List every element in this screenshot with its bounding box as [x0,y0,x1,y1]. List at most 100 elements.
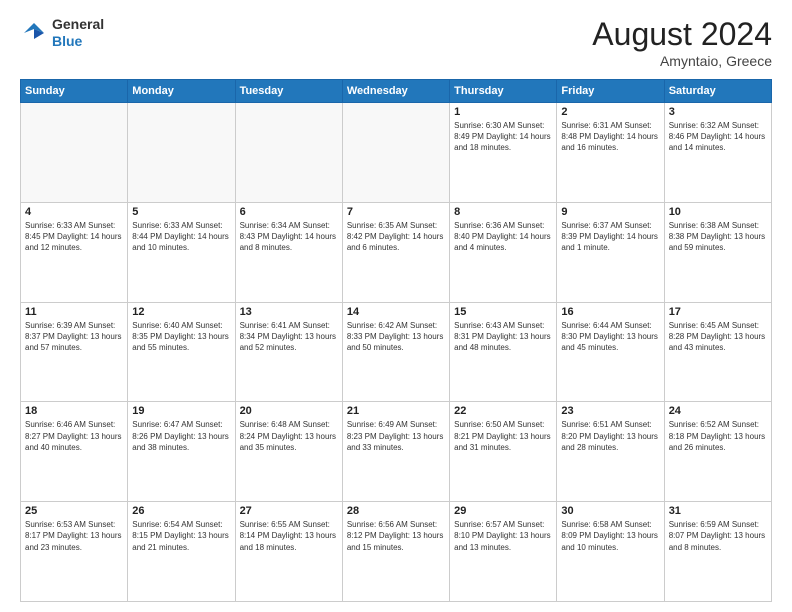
day-number: 9 [561,206,659,218]
day-info: Sunrise: 6:56 AM Sunset: 8:12 PM Dayligh… [347,519,445,553]
day-info: Sunrise: 6:40 AM Sunset: 8:35 PM Dayligh… [132,320,230,354]
table-row: 4Sunrise: 6:33 AM Sunset: 8:45 PM Daylig… [21,202,128,302]
day-number: 4 [25,206,123,218]
day-info: Sunrise: 6:44 AM Sunset: 8:30 PM Dayligh… [561,320,659,354]
day-info: Sunrise: 6:35 AM Sunset: 8:42 PM Dayligh… [347,220,445,254]
table-row [342,103,449,203]
col-saturday: Saturday [664,80,771,103]
table-row: 13 Sunrise: 6:41 AM Sunset: 8:34 PM Dayli… [235,302,342,402]
logo-icon [20,19,48,47]
week-row-3: 18Sunrise: 6:46 AM Sunset: 8:27 PM Dayli… [21,402,772,502]
day-number: 19 [132,405,230,417]
calendar-title: August 2024 [592,16,772,53]
table-row: 23 Sunrise: 6:51 AM Sunset: 8:20 PM Dayli… [557,402,664,502]
day-number: 11 [25,306,123,318]
col-thursday: Thursday [450,80,557,103]
table-row: 30 Sunrise: 6:58 AM Sunset: 8:09 PM Dayli… [557,502,664,602]
week-row-4: 25Sunrise: 6:53 AM Sunset: 8:17 PM Dayli… [21,502,772,602]
day-number: 26 [132,505,230,517]
day-info: Sunrise: 6:37 AM Sunset: 8:39 PM Dayligh… [561,220,659,254]
day-number: 7 [347,206,445,218]
logo-blue: Blue [52,33,82,49]
day-info: Sunrise: 6:32 AM Sunset: 8:46 PM Dayligh… [669,120,767,154]
day-number: 3 [669,106,767,118]
table-row [21,103,128,203]
day-number: 23 [561,405,659,417]
day-info: Sunrise: 6:46 AM Sunset: 8:27 PM Dayligh… [25,419,123,453]
logo-text: General Blue [52,16,104,50]
day-number: 13 [240,306,338,318]
table-row: 28 Sunrise: 6:56 AM Sunset: 8:12 PM Dayli… [342,502,449,602]
day-number: 31 [669,505,767,517]
table-row [128,103,235,203]
day-info: Sunrise: 6:30 AM Sunset: 8:49 PM Dayligh… [454,120,552,154]
day-info: Sunrise: 6:55 AM Sunset: 8:14 PM Dayligh… [240,519,338,553]
table-row: 16 Sunrise: 6:44 AM Sunset: 8:30 PM Dayli… [557,302,664,402]
day-number: 14 [347,306,445,318]
day-number: 6 [240,206,338,218]
logo: General Blue [20,16,104,50]
day-info: Sunrise: 6:43 AM Sunset: 8:31 PM Dayligh… [454,320,552,354]
week-row-0: 1 Sunrise: 6:30 AM Sunset: 8:49 PM Daylig… [21,103,772,203]
table-row: 10Sunrise: 6:38 AM Sunset: 8:38 PM Dayli… [664,202,771,302]
day-info: Sunrise: 6:45 AM Sunset: 8:28 PM Dayligh… [669,320,767,354]
page: General Blue August 2024 Amyntaio, Greec… [0,0,792,612]
col-monday: Monday [128,80,235,103]
day-info: Sunrise: 6:49 AM Sunset: 8:23 PM Dayligh… [347,419,445,453]
day-number: 16 [561,306,659,318]
day-info: Sunrise: 6:41 AM Sunset: 8:34 PM Dayligh… [240,320,338,354]
day-number: 8 [454,206,552,218]
day-info: Sunrise: 6:51 AM Sunset: 8:20 PM Dayligh… [561,419,659,453]
col-sunday: Sunday [21,80,128,103]
table-row: 6Sunrise: 6:34 AM Sunset: 8:43 PM Daylig… [235,202,342,302]
table-row: 7 Sunrise: 6:35 AM Sunset: 8:42 PM Daylig… [342,202,449,302]
day-info: Sunrise: 6:38 AM Sunset: 8:38 PM Dayligh… [669,220,767,254]
col-wednesday: Wednesday [342,80,449,103]
day-info: Sunrise: 6:39 AM Sunset: 8:37 PM Dayligh… [25,320,123,354]
table-row: 9 Sunrise: 6:37 AM Sunset: 8:39 PM Daylig… [557,202,664,302]
table-row: 1 Sunrise: 6:30 AM Sunset: 8:49 PM Daylig… [450,103,557,203]
day-number: 17 [669,306,767,318]
week-row-2: 11 Sunrise: 6:39 AM Sunset: 8:37 PM Dayli… [21,302,772,402]
day-number: 28 [347,505,445,517]
calendar-location: Amyntaio, Greece [592,53,772,69]
day-info: Sunrise: 6:53 AM Sunset: 8:17 PM Dayligh… [25,519,123,553]
table-row: 14 Sunrise: 6:42 AM Sunset: 8:33 PM Dayli… [342,302,449,402]
day-number: 29 [454,505,552,517]
table-row: 21 Sunrise: 6:49 AM Sunset: 8:23 PM Dayli… [342,402,449,502]
table-row: 12 Sunrise: 6:40 AM Sunset: 8:35 PM Dayli… [128,302,235,402]
day-info: Sunrise: 6:33 AM Sunset: 8:44 PM Dayligh… [132,220,230,254]
col-friday: Friday [557,80,664,103]
table-row: 24Sunrise: 6:52 AM Sunset: 8:18 PM Dayli… [664,402,771,502]
day-info: Sunrise: 6:47 AM Sunset: 8:26 PM Dayligh… [132,419,230,453]
day-info: Sunrise: 6:59 AM Sunset: 8:07 PM Dayligh… [669,519,767,553]
day-number: 30 [561,505,659,517]
day-number: 5 [132,206,230,218]
week-row-1: 4Sunrise: 6:33 AM Sunset: 8:45 PM Daylig… [21,202,772,302]
table-row: 20 Sunrise: 6:48 AM Sunset: 8:24 PM Dayli… [235,402,342,502]
day-number: 27 [240,505,338,517]
table-row: 27 Sunrise: 6:55 AM Sunset: 8:14 PM Dayli… [235,502,342,602]
day-number: 15 [454,306,552,318]
col-tuesday: Tuesday [235,80,342,103]
day-info: Sunrise: 6:57 AM Sunset: 8:10 PM Dayligh… [454,519,552,553]
table-row: 8Sunrise: 6:36 AM Sunset: 8:40 PM Daylig… [450,202,557,302]
table-row: 29 Sunrise: 6:57 AM Sunset: 8:10 PM Dayli… [450,502,557,602]
table-row: 19 Sunrise: 6:47 AM Sunset: 8:26 PM Dayli… [128,402,235,502]
day-info: Sunrise: 6:48 AM Sunset: 8:24 PM Dayligh… [240,419,338,453]
day-info: Sunrise: 6:50 AM Sunset: 8:21 PM Dayligh… [454,419,552,453]
day-number: 22 [454,405,552,417]
day-number: 1 [454,106,552,118]
calendar-table: Sunday Monday Tuesday Wednesday Thursday… [20,79,772,602]
day-info: Sunrise: 6:42 AM Sunset: 8:33 PM Dayligh… [347,320,445,354]
day-info: Sunrise: 6:58 AM Sunset: 8:09 PM Dayligh… [561,519,659,553]
table-row [235,103,342,203]
title-block: August 2024 Amyntaio, Greece [592,16,772,69]
day-number: 20 [240,405,338,417]
day-number: 12 [132,306,230,318]
logo-general: General [52,16,104,32]
day-info: Sunrise: 6:54 AM Sunset: 8:15 PM Dayligh… [132,519,230,553]
day-info: Sunrise: 6:52 AM Sunset: 8:18 PM Dayligh… [669,419,767,453]
header: General Blue August 2024 Amyntaio, Greec… [20,16,772,69]
day-number: 21 [347,405,445,417]
